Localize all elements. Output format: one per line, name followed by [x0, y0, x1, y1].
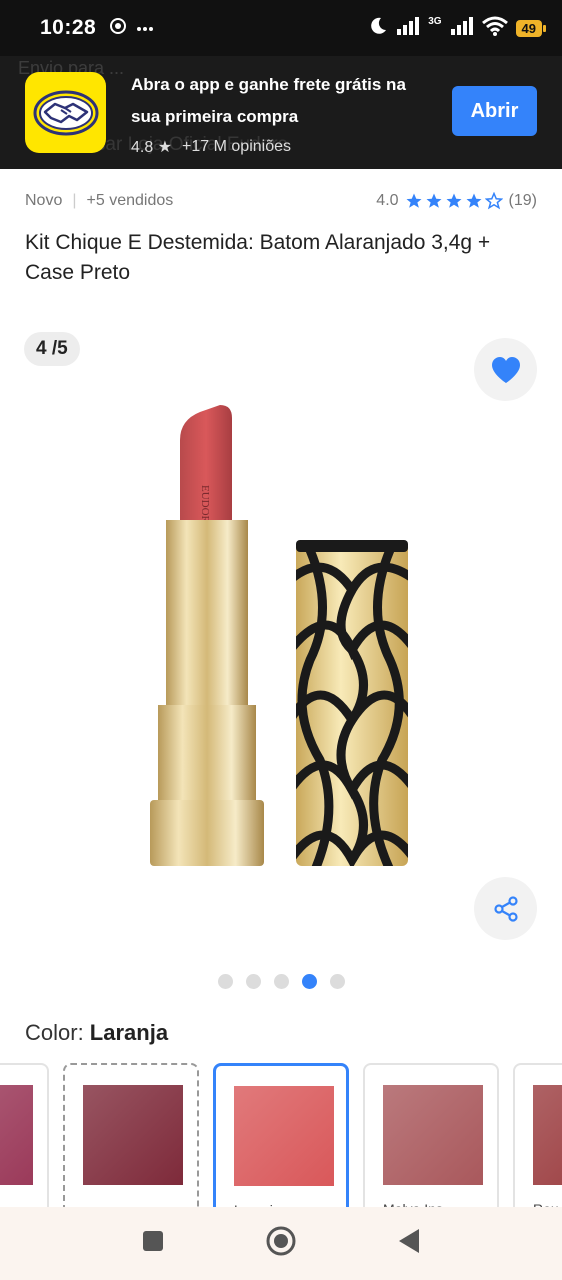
more-icon	[136, 19, 154, 37]
star-full-icon	[406, 193, 422, 208]
review-count: (19)	[508, 192, 537, 209]
banner-title: Abra o app e ganhe frete grátis na sua p…	[131, 74, 406, 126]
color-swatch[interactable]	[63, 1063, 199, 1213]
banner-rating-value: 4.8	[131, 138, 154, 156]
status-time: 10:28	[40, 16, 97, 39]
color-swatch-selected[interactable]: Laranja	[213, 1063, 349, 1213]
open-app-button[interactable]: Abrir	[452, 86, 537, 136]
product-meta-row: Novo | +5 vendidos 4.0 (19)	[25, 192, 537, 210]
color-swatch[interactable]: Malva Ins...	[363, 1063, 499, 1213]
swatch-color	[533, 1085, 562, 1185]
network-type: 3G	[428, 15, 442, 27]
swatch-color	[234, 1086, 334, 1186]
selected-color: Laranja	[89, 1020, 169, 1045]
gallery-dot[interactable]	[273, 974, 289, 989]
back-icon[interactable]	[397, 1228, 421, 1259]
banner-rating: 4.8 ★ +17 M opiniões	[131, 137, 431, 157]
signal-icon-2	[450, 16, 474, 41]
product-image[interactable]: EUDORA	[140, 400, 430, 870]
star-icon: ★	[157, 138, 173, 156]
swatch-color	[383, 1085, 483, 1185]
rating-stars	[405, 192, 503, 210]
recents-icon[interactable]	[141, 1229, 165, 1258]
product-condition: Novo	[25, 192, 63, 209]
wifi-icon	[481, 16, 508, 41]
color-swatch[interactable]: Rou...	[513, 1063, 562, 1213]
chrome-icon	[110, 17, 127, 39]
separator: |	[72, 192, 77, 209]
sold-count: +5 vendidos	[86, 192, 174, 209]
star-empty-icon	[484, 192, 503, 210]
product-title: Kit Chique E Destemida: Batom Alaranjado…	[25, 231, 491, 284]
gallery-dot[interactable]	[245, 974, 261, 989]
home-icon[interactable]	[265, 1225, 297, 1262]
gallery-dot-active[interactable]	[301, 974, 317, 989]
signal-icon	[396, 16, 420, 41]
share-icon	[493, 895, 518, 922]
star-full-icon	[446, 193, 462, 208]
heart-icon	[491, 356, 520, 383]
swatch-color	[83, 1085, 183, 1185]
mercadolivre-logo	[25, 72, 106, 153]
swatch-color	[0, 1085, 33, 1185]
gallery-dot[interactable]	[329, 974, 345, 989]
star-full-icon	[466, 193, 482, 208]
star-full-icon	[426, 193, 442, 208]
status-bar: 10:28 3G 49	[0, 0, 562, 56]
system-nav-bar	[0, 1207, 562, 1280]
app-install-banner[interactable]: Envio para ... ...essar Loja Oficial Eud…	[0, 56, 562, 169]
banner-reviews: +17 M opiniões	[182, 137, 292, 155]
color-swatch[interactable]	[0, 1063, 49, 1213]
gallery-pagination	[0, 974, 562, 989]
favorite-button[interactable]	[474, 338, 537, 401]
color-label-prefix: Color:	[25, 1020, 90, 1045]
share-button[interactable]	[474, 877, 537, 940]
color-label: Color: Laranja	[25, 1020, 168, 1046]
moon-icon	[368, 16, 388, 41]
image-counter: 4 /5	[24, 332, 80, 366]
color-swatches: Laranja Malva Ins... Rou...	[0, 1063, 562, 1213]
rating-value: 4.0	[376, 192, 399, 209]
gallery-dot[interactable]	[217, 974, 233, 989]
rating-summary[interactable]: 4.0 (19)	[376, 192, 537, 210]
battery-icon: 49	[515, 19, 547, 37]
